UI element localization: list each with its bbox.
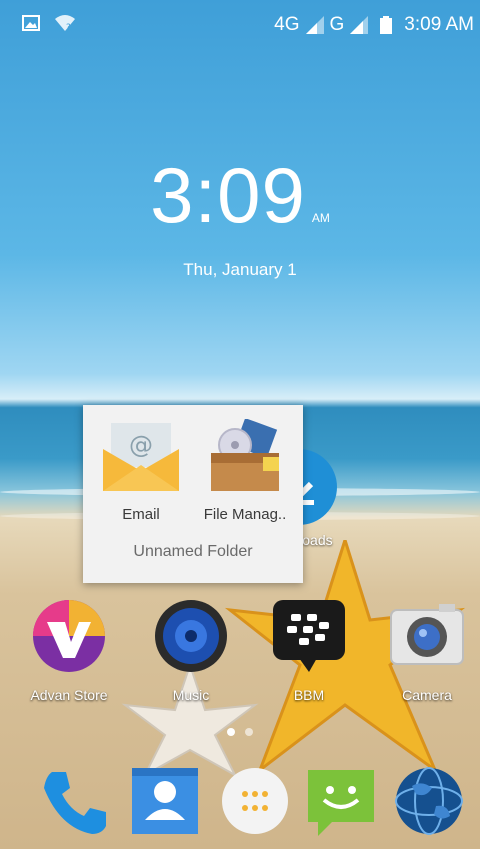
app-camera[interactable]: Camera [372,596,480,703]
file-manager-icon [211,418,279,491]
app-label: Music [172,687,210,703]
clock-time: 3:09 [150,151,306,239]
status-bar[interactable]: ? 4G G 3:09 AM [0,0,480,50]
folder-app-label: File Manag.. [203,506,287,523]
battery-icon [380,16,393,34]
image-notification-icon [22,15,40,31]
clock-date: Thu, January 1 [183,260,297,279]
music-icon [155,600,227,672]
page-indicator [0,728,480,736]
folder-name[interactable]: Unnamed Folder [83,543,303,561]
folder-popup: @ Email File Manag.. Unnamed Folder [83,405,303,583]
messaging-icon[interactable] [304,764,378,838]
folder-app-file-manager[interactable]: File Manag.. [195,418,295,523]
app-label: Camera [402,687,452,703]
status-time: 3:09 AM [404,14,474,35]
network-4g-label: 4G [274,14,300,35]
page-dot-active [227,728,235,736]
folder-app-label: Email [122,506,160,523]
clock-widget[interactable]: 3:09 AM [0,150,480,241]
bbm-icon [273,600,345,672]
svg-text:?: ? [66,23,71,32]
advan-store-icon [33,600,105,672]
camera-icon [390,604,464,665]
phone-icon[interactable] [38,764,112,838]
app-drawer-icon[interactable] [218,764,292,838]
browser-icon[interactable] [392,764,466,838]
signal-g-icon [350,16,369,34]
app-advan-store[interactable]: Advan Store [14,596,124,703]
clock-ampm: AM [311,211,330,225]
app-bbm[interactable]: BBM [254,596,364,703]
wifi-unknown-icon: ? [55,15,75,32]
app-label: BBM [293,687,325,703]
contacts-icon[interactable] [128,764,202,838]
folder-app-email[interactable]: @ Email [91,419,191,523]
app-music[interactable]: Music [136,596,246,703]
email-icon: @ [103,423,179,491]
svg-text:@: @ [129,431,153,459]
page-dot [245,728,253,736]
dock [0,758,480,838]
app-label: Advan Store [30,687,108,703]
signal-4g-icon [305,16,324,34]
home-screen: ? 4G G 3:09 AM 3:09 AM Thu, January 1 nl… [0,0,480,849]
network-g-label: G [329,14,345,35]
